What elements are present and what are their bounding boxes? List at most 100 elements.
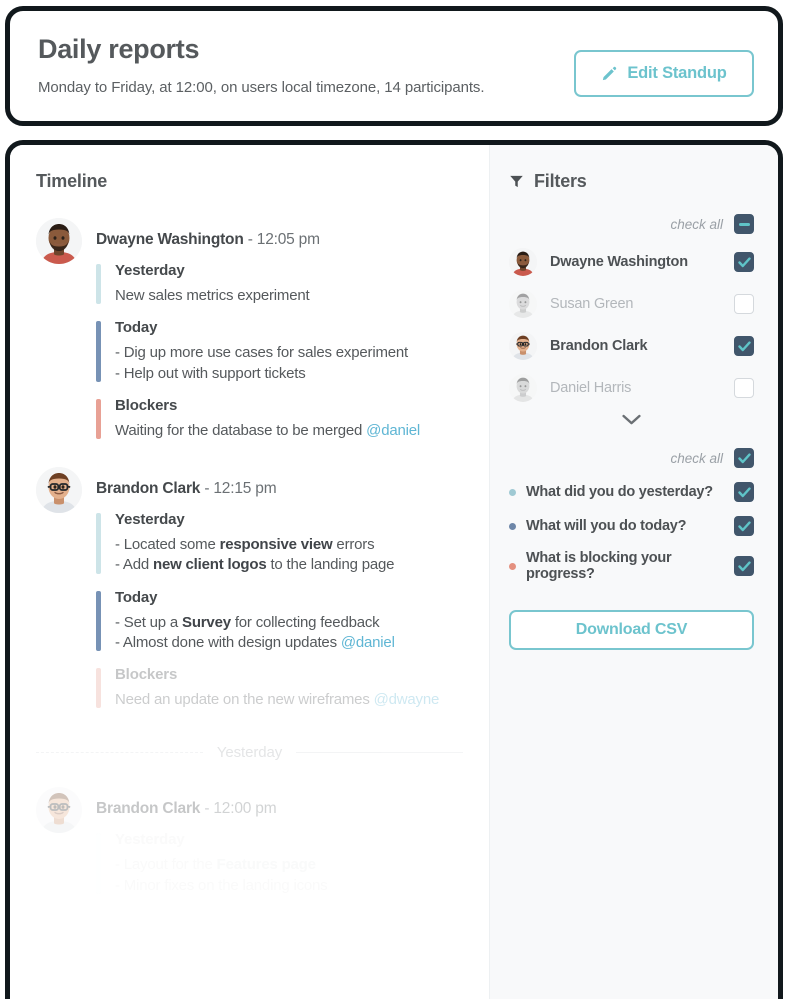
person-filter-row[interactable]: Dwayne Washington [509,248,754,276]
download-csv-button[interactable]: Download CSV [509,610,754,650]
minus-icon [738,222,750,226]
check-icon [737,520,751,531]
block-title: Blockers [115,666,178,683]
check-icon [737,452,751,463]
entry-time: - 12:15 pm [204,480,277,497]
block-accent-bar [96,398,101,439]
expand-people-button[interactable] [509,414,754,426]
avatar-daniel [509,374,537,402]
block-body: - Set up a Survey for collecting feedbac… [115,613,395,651]
question-filter-row[interactable]: What did you do yesterday? [509,482,754,502]
timeline-entry-list: Dwayne Washington - 12:05 pm Yesterday New… [36,218,489,896]
people-filter-list: Dwayne Washington Susan Green Brandon Clar… [509,248,754,402]
timeline-entry: Brandon Clark - 12:00 pm Yesterday - Layou… [36,787,489,896]
mention-link[interactable]: @dwayne [374,691,440,708]
main-inner: Timeline Dwayne Washington - 12:05 pm Yes… [10,145,778,999]
question-filter-row[interactable]: What will you do today? [509,516,754,536]
edit-standup-label: Edit Standup [627,64,727,82]
funnel-icon [509,174,524,189]
question-filter-row[interactable]: What is blocking your progress? [509,550,754,582]
block-accent-bar [96,833,101,894]
avatar-brandon [36,787,82,834]
filters-title-row: Filters [509,171,754,192]
mention-link[interactable]: @daniel [366,422,420,439]
entry-header: Dwayne Washington - 12:05 pm [96,218,489,249]
people-check-all-label: check all [670,216,723,232]
day-divider: Yesterday [36,744,489,761]
questions-check-all-checkbox-box[interactable] [734,448,754,468]
divider-rule-left [36,752,203,754]
checkbox-checked[interactable] [734,516,754,536]
question-filter-list: What did you do yesterday? What will you … [509,482,754,582]
entry-header: Brandon Clark - 12:15 pm [96,467,489,498]
entry-header: Brandon Clark - 12:00 pm [96,787,489,818]
people-check-all-row[interactable]: check all [509,214,754,234]
entry-author: Dwayne Washington [96,231,244,248]
checkbox-checked[interactable] [734,482,754,502]
person-name: Susan Green [550,296,634,312]
filters-panel: Filters check all Dwayne Washington Susan… [489,145,778,999]
avatar-susan [509,290,537,318]
divider-rule-right [296,752,464,754]
question-color-dot [509,522,516,530]
header-inner: Daily reports Monday to Friday, at 12:00… [10,11,778,121]
standup-block: Blockers Need an update on the new wirefr… [96,666,489,710]
app-page: Daily reports Monday to Friday, at 12:00… [0,0,788,999]
block-body: - Located some responsive view errors - A… [115,536,395,574]
checkbox-unchecked[interactable] [734,294,754,314]
question-text: What is blocking your progress? [526,550,672,582]
block-body: New sales metrics experiment [115,287,310,304]
question-text: What will you do today? [526,518,687,534]
standup-block: Blockers Waiting for the database to be m… [96,397,489,441]
person-filter-row[interactable]: Daniel Harris [509,374,754,402]
timeline-panel: Timeline Dwayne Washington - 12:05 pm Yes… [10,145,489,999]
person-filter-row[interactable]: Brandon Clark [509,332,754,360]
standup-block: Yesterday - Located some responsive view … [96,511,489,576]
edit-standup-button[interactable]: Edit Standup [574,50,754,97]
person-name: Daniel Harris [550,380,632,396]
block-title: Today [115,588,158,606]
person-filter-row[interactable]: Susan Green [509,290,754,318]
block-body: Need an update on the new wireframes @dw… [115,691,440,708]
block-body: - Layout for the Features page- Minor fi… [115,855,489,896]
main-card: Timeline Dwayne Washington - 12:05 pm Yes… [5,140,783,999]
person-name: Dwayne Washington [550,254,688,270]
block-title: Today [115,319,158,337]
block-accent-bar [96,590,101,651]
question-color-dot [509,488,516,496]
entry-author: Brandon Clark [96,800,201,818]
header-card: Daily reports Monday to Friday, at 12:00… [5,6,783,126]
block-accent-bar [96,264,101,305]
standup-block: Today - Dig up more use cases for sales e… [96,319,489,384]
entry-time: - 12:00 pm [204,800,277,818]
checkbox-checked[interactable] [734,556,754,576]
standup-block: Yesterday New sales metrics experiment [96,262,489,306]
person-name: Brandon Clark [550,338,648,354]
day-divider-label: Yesterday [216,744,283,762]
entry-time: - 12:05 pm [247,231,320,248]
question-color-dot [509,562,516,570]
timeline-entry: Dwayne Washington - 12:05 pm Yesterday New… [36,218,489,441]
block-accent-bar [96,668,101,709]
question-text: What did you do yesterday? [526,484,713,500]
avatar-brandon [509,332,537,360]
checkbox-checked[interactable] [734,336,754,356]
check-icon [737,560,751,571]
people-check-all-checkbox-box[interactable] [734,214,754,234]
block-accent-bar [96,513,101,574]
chevron-down-icon [622,414,641,426]
avatar-dwayne [36,218,82,264]
questions-check-all-row[interactable]: check all [509,448,754,468]
timeline-title: Timeline [36,171,108,191]
mention-link[interactable]: @daniel [341,634,395,651]
filters-title: Filters [534,171,587,191]
questions-check-all-label: check all [670,450,723,466]
checkbox-unchecked[interactable] [734,378,754,398]
block-accent-bar [96,321,101,382]
check-icon [737,486,751,497]
block-title: Blockers [115,396,178,414]
entry-author: Brandon Clark [96,480,201,497]
checkbox-checked[interactable] [734,252,754,272]
standup-block: Today - Set up a Survey for collecting fe… [96,589,489,654]
block-title: Yesterday [115,831,489,848]
